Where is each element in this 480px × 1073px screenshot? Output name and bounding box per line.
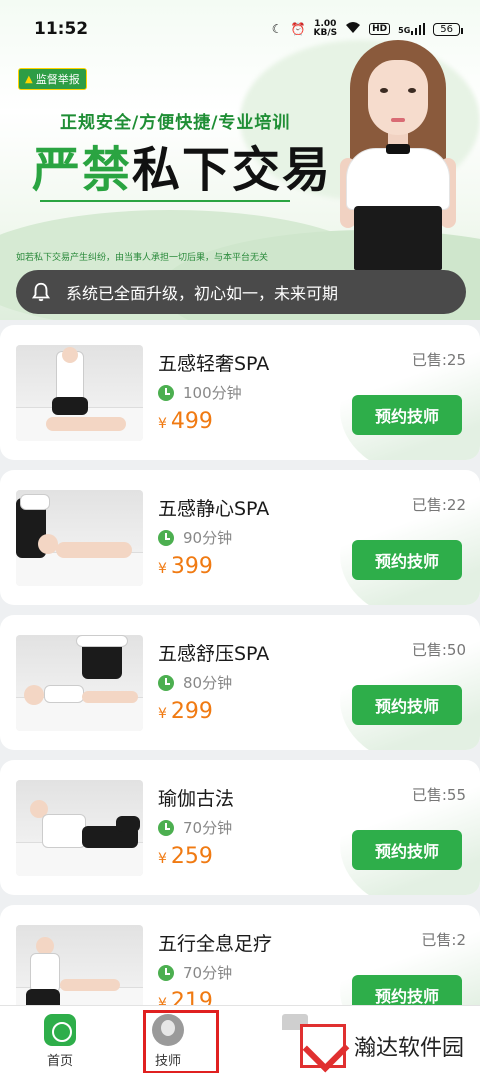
service-price: ¥259 bbox=[158, 844, 213, 869]
tab-home[interactable]: 首页 bbox=[44, 1014, 76, 1069]
notice-bar[interactable]: 系统已全面升级，初心如一，未来可期 bbox=[16, 270, 466, 314]
book-technician-button[interactable]: 预约技师 bbox=[352, 830, 462, 870]
service-title: 五感轻奢SPA bbox=[158, 353, 270, 375]
notice-text: 系统已全面升级，初心如一，未来可期 bbox=[66, 284, 339, 303]
technician-icon bbox=[152, 1014, 184, 1046]
banner-headline: 严禁私下交易 bbox=[32, 130, 332, 200]
service-duration: 70分钟 bbox=[158, 962, 232, 983]
service-title: 五感舒压SPA bbox=[158, 643, 270, 665]
clock-icon bbox=[158, 529, 174, 546]
headline-rest: 私下交易 bbox=[132, 142, 333, 198]
bell-icon bbox=[31, 282, 51, 302]
sold-count: 已售:25 bbox=[411, 351, 466, 369]
network-speed: 1.00 KB/S bbox=[313, 19, 338, 38]
sold-count: 已售:22 bbox=[411, 496, 466, 514]
status-icons: ☾ ⏰ 1.00 KB/S HD 5G 56 bbox=[271, 19, 463, 38]
service-price: ¥499 bbox=[158, 409, 213, 434]
service-duration: 80分钟 bbox=[158, 672, 232, 693]
service-title: 瑜伽古法 bbox=[158, 788, 235, 810]
book-technician-button[interactable]: 预约技师 bbox=[352, 395, 462, 435]
home-icon bbox=[44, 1014, 76, 1046]
status-bar: 11:52 ☾ ⏰ 1.00 KB/S HD 5G 56 bbox=[0, 0, 480, 58]
watermark-text: 瀚达软件园 bbox=[354, 1036, 465, 1061]
report-badge[interactable]: ▲ 监督举报 bbox=[18, 68, 87, 90]
battery-indicator: 56 bbox=[433, 22, 463, 36]
book-technician-button[interactable]: 预约技师 bbox=[352, 540, 462, 580]
tab-technician[interactable]: 技师 bbox=[152, 1014, 184, 1069]
service-image bbox=[16, 780, 143, 876]
alarm-icon: ⏰ bbox=[290, 22, 306, 36]
clock-icon bbox=[158, 964, 174, 981]
tab-home-label: 首页 bbox=[46, 1054, 73, 1069]
report-label: 监督举报 bbox=[35, 73, 80, 86]
banner-model-image bbox=[338, 40, 458, 270]
wifi-icon bbox=[345, 21, 361, 37]
sold-count: 已售:55 bbox=[411, 786, 466, 804]
book-technician-button[interactable]: 预约技师 bbox=[352, 685, 462, 725]
service-duration: 100分钟 bbox=[158, 382, 242, 403]
service-title: 五感静心SPA bbox=[158, 498, 270, 520]
service-title: 五行全息足疗 bbox=[158, 933, 273, 955]
signal-icon: 5G bbox=[398, 23, 426, 35]
service-card[interactable]: 五感舒压SPA 80分钟 ¥299 已售:50 预约技师 bbox=[0, 615, 480, 750]
service-duration: 90分钟 bbox=[158, 527, 232, 548]
headline-divider bbox=[40, 200, 290, 202]
status-time: 11:52 bbox=[34, 19, 89, 39]
hd-badge: HD bbox=[369, 23, 391, 35]
clock-icon bbox=[158, 819, 174, 836]
service-image bbox=[16, 345, 143, 441]
sold-count: 已售:50 bbox=[411, 641, 466, 659]
service-image bbox=[16, 635, 143, 731]
service-image bbox=[16, 490, 143, 586]
banner-disclaimer: 如若私下交易产生纠纷，由当事人承担一切后果，与本平台无关 bbox=[16, 253, 269, 263]
warning-icon: ▲ bbox=[25, 73, 33, 85]
watermark-logo-icon bbox=[300, 1024, 346, 1068]
moon-icon: ☾ bbox=[271, 22, 283, 36]
service-card[interactable]: 瑜伽古法 70分钟 ¥259 已售:55 预约技师 bbox=[0, 760, 480, 895]
service-price: ¥399 bbox=[158, 554, 213, 579]
service-card[interactable]: 五感轻奢SPA 100分钟 ¥499 已售:25 预约技师 bbox=[0, 325, 480, 460]
sold-count: 已售:2 bbox=[421, 931, 466, 949]
watermark: 瀚达软件园 bbox=[300, 1024, 464, 1068]
service-duration: 70分钟 bbox=[158, 817, 232, 838]
service-price: ¥299 bbox=[158, 699, 213, 724]
tab-technician-label: 技师 bbox=[154, 1054, 181, 1069]
service-card[interactable]: 五感静心SPA 90分钟 ¥399 已售:22 预约技师 bbox=[0, 470, 480, 605]
headline-strong: 严禁 bbox=[32, 142, 133, 198]
clock-icon bbox=[158, 674, 174, 691]
clock-icon bbox=[158, 384, 174, 401]
